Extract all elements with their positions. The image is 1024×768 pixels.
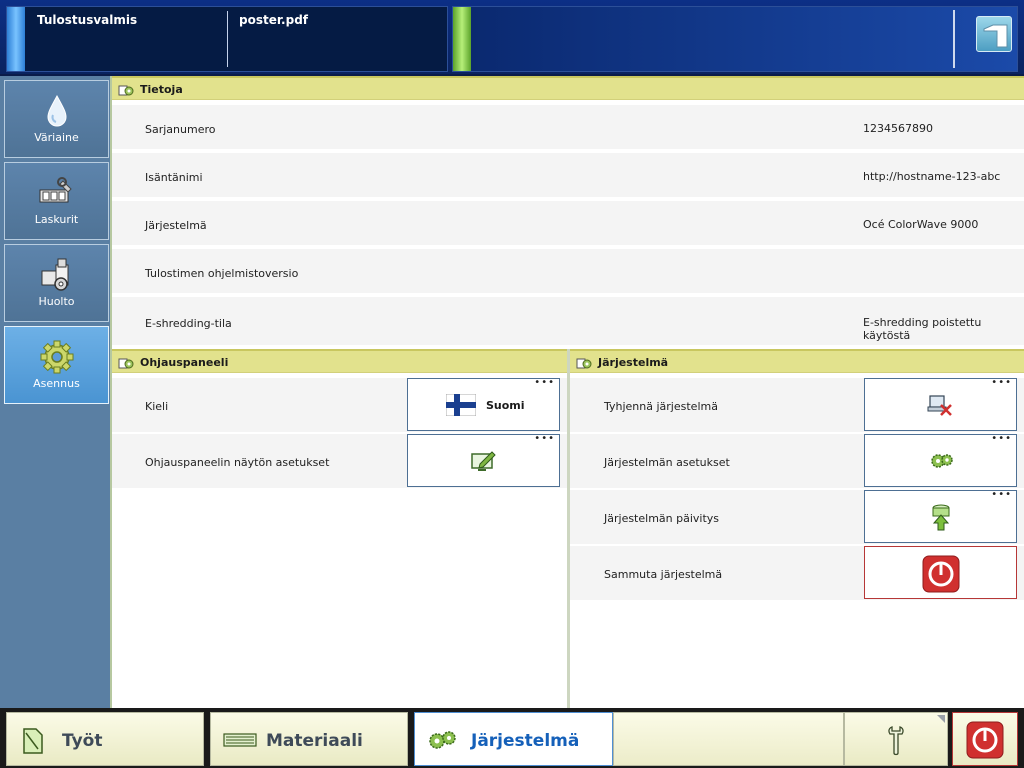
system-settings-button[interactable]: ••• — [864, 434, 1017, 487]
gear-icon — [40, 340, 73, 374]
tab-material[interactable]: Materiaali — [210, 712, 408, 766]
info-section-header: Tietoja — [112, 76, 1024, 100]
system-update-label: Järjestelmän päivitys — [604, 512, 720, 525]
system-row-clear: Tyhjennä järjestelmä ••• — [570, 378, 1024, 432]
clear-system-icon — [927, 395, 952, 416]
tab-jobs[interactable]: Työt — [6, 712, 204, 766]
nav-label: Huolto — [38, 295, 75, 308]
job-status-panel[interactable]: Tulostusvalmis poster.pdf — [6, 6, 448, 72]
info-row-eshredding: E-shredding-tila E-shredding poistettu k… — [112, 297, 1024, 345]
info-row-serial: Sarjanumero 1234567890 — [112, 105, 1024, 149]
finnish-flag-icon — [446, 394, 476, 416]
shutdown-label: Sammuta järjestelmä — [604, 568, 723, 581]
counter-icon — [39, 177, 72, 203]
more-options-icon: ••• — [991, 433, 1012, 444]
ink-drop-icon — [46, 94, 67, 127]
tab-system[interactable]: Järjestelmä — [414, 712, 613, 766]
section-icon — [118, 85, 134, 96]
info-row-label: Tulostimen ohjelmistoversio — [145, 267, 299, 280]
queue-status-panel[interactable] — [452, 6, 1018, 72]
system-row-settings: Järjestelmän asetukset ••• — [570, 434, 1024, 488]
info-section-title: Tietoja — [140, 83, 183, 96]
nav-label: Väriaine — [34, 131, 79, 144]
control-panel-row-display: Ohjauspaneelin näytön asetukset ••• — [112, 434, 567, 488]
jobs-icon — [23, 728, 43, 754]
status-indicator-green — [453, 7, 471, 71]
tab-label: Järjestelmä — [471, 731, 580, 751]
section-icon — [576, 358, 592, 369]
display-settings-label: Ohjauspaneelin näytön asetukset — [145, 456, 330, 469]
system-section-title: Järjestelmä — [598, 356, 669, 369]
system-row-update: Järjestelmän päivitys ••• — [570, 490, 1024, 544]
info-row-system: Järjestelmä Océ ColorWave 9000 — [112, 201, 1024, 245]
nav-label: Asennus — [33, 377, 80, 390]
more-options-icon: ••• — [534, 433, 555, 444]
info-row-label: Järjestelmä — [145, 219, 207, 232]
info-row-value: 1234567890 — [863, 122, 933, 135]
system-gears-icon — [429, 731, 456, 749]
service-tools-button[interactable] — [844, 712, 948, 766]
status-divider — [227, 11, 228, 67]
info-row-software-version: Tulostimen ohjelmistoversio — [112, 249, 1024, 293]
screen-toggle-icon — [983, 24, 1008, 48]
shutdown-button[interactable] — [864, 546, 1017, 599]
power-icon — [922, 555, 960, 593]
screen-toggle-button[interactable] — [976, 16, 1012, 52]
system-section-header: Järjestelmä — [570, 349, 1024, 373]
main-content: Tietoja Sarjanumero 1234567890 Isäntänim… — [110, 76, 1024, 708]
side-navigation: Väriaine Laskurit Huolto Asennus — [0, 76, 110, 708]
gears-icon — [931, 454, 953, 468]
info-row-value: http://hostname-123-abc — [863, 170, 1001, 183]
info-row-value: Océ ColorWave 9000 — [863, 218, 979, 231]
topbar-divider — [953, 10, 955, 68]
system-row-shutdown: Sammuta järjestelmä — [570, 546, 1024, 600]
more-options-icon: ••• — [991, 489, 1012, 500]
display-settings-button[interactable]: ••• — [407, 434, 560, 487]
printer-status-text: Tulostusvalmis — [37, 13, 138, 27]
control-panel-section-header: Ohjauspaneeli — [112, 349, 567, 373]
language-value: Suomi — [486, 399, 525, 412]
system-settings-label: Järjestelmän asetukset — [604, 456, 730, 469]
tab-label: Työt — [62, 731, 103, 751]
maintenance-icon — [41, 258, 68, 291]
nav-item-asennus[interactable]: Asennus — [4, 326, 109, 404]
info-row-hostname: Isäntänimi http://hostname-123-abc — [112, 153, 1024, 197]
section-icon — [118, 358, 134, 369]
status-bar: Tulostusvalmis poster.pdf — [0, 0, 1024, 76]
nav-item-huolto[interactable]: Huolto — [4, 244, 109, 322]
language-label: Kieli — [145, 400, 169, 413]
language-button[interactable]: ••• Suomi — [407, 378, 560, 431]
tab-bar-filler — [613, 712, 844, 766]
more-options-icon: ••• — [991, 377, 1012, 388]
status-indicator-blue — [7, 7, 25, 71]
edit-display-icon — [471, 451, 496, 471]
info-row-label: Sarjanumero — [145, 123, 216, 136]
current-job-name: poster.pdf — [239, 13, 309, 27]
clear-system-label: Tyhjennä järjestelmä — [604, 400, 718, 413]
tab-label: Materiaali — [266, 731, 363, 751]
power-off-button[interactable] — [952, 712, 1018, 766]
nav-label: Laskurit — [34, 213, 79, 226]
nav-item-variaine[interactable]: Väriaine — [4, 80, 109, 158]
control-panel-row-language: Kieli ••• Suomi — [112, 378, 567, 432]
info-row-label: E-shredding-tila — [145, 317, 232, 330]
wrench-icon — [888, 726, 904, 756]
clear-system-button[interactable]: ••• — [864, 378, 1017, 431]
system-update-icon — [932, 504, 950, 531]
info-row-value: E-shredding poistettu käytöstä — [863, 316, 982, 342]
bottom-tab-bar: Työt Materiaali Järjestelmä — [0, 708, 1024, 768]
more-options-icon: ••• — [534, 377, 555, 388]
menu-corner-indicator — [937, 715, 945, 723]
nav-item-laskurit[interactable]: Laskurit — [4, 162, 109, 240]
material-icon — [223, 733, 257, 747]
info-row-label: Isäntänimi — [145, 171, 203, 184]
control-panel-section-title: Ohjauspaneeli — [140, 356, 229, 369]
system-update-button[interactable]: ••• — [864, 490, 1017, 543]
power-icon — [966, 721, 1004, 759]
